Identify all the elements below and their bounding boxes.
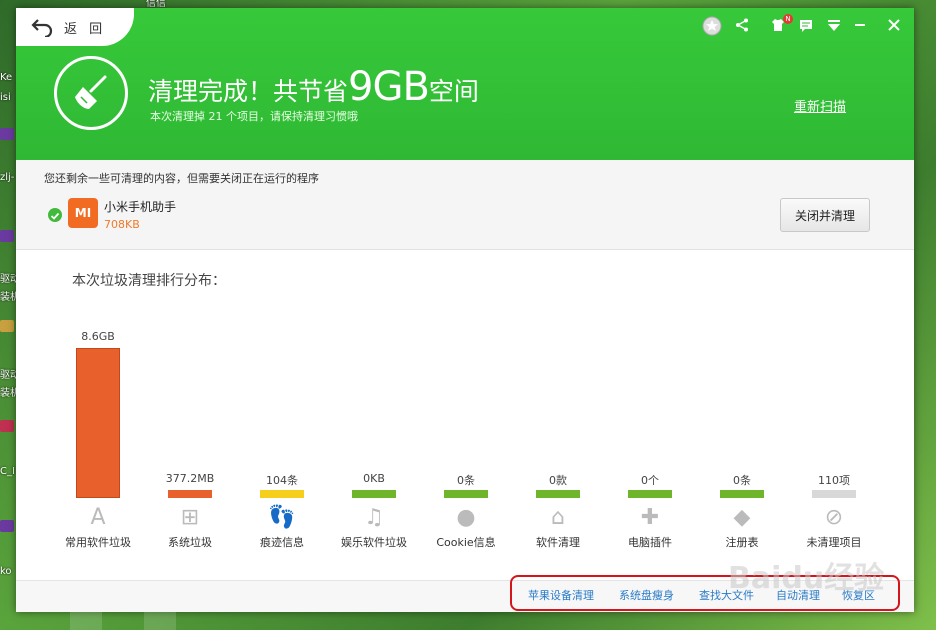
share-button[interactable] xyxy=(732,14,752,36)
page-title: 清理完成！共节省9GB空间 xyxy=(148,64,479,110)
chart-data-label: 104条 xyxy=(266,474,298,487)
registry-icon: ◆ xyxy=(733,504,751,530)
back-button[interactable]: 返 回 xyxy=(16,8,134,46)
message-icon xyxy=(800,19,812,32)
saved-amount: 9GB xyxy=(348,64,430,110)
chart-data-label: 110项 xyxy=(818,474,850,487)
broom-badge xyxy=(54,56,128,130)
system-disk-slim-link[interactable]: 系统盘瘦身 xyxy=(619,587,674,603)
cleanup-window: 返 回 清理完成！共节省9GB空间 本次清理掉 21 个项目，请保持清理习惯哦 … xyxy=(16,8,914,612)
close-and-clean-button[interactable]: 关闭并清理 xyxy=(780,198,870,232)
desktop-label: zlj- xyxy=(0,172,15,183)
plugin-icon: ✚ xyxy=(640,504,660,530)
chart-bar xyxy=(352,490,396,498)
taskbar-item[interactable] xyxy=(144,612,176,630)
desktop-icon[interactable] xyxy=(0,128,14,140)
cleanup-distribution-chart: 8.6GB A 常用软件垃圾 377.2MB ⊞ 系统垃圾 104条 👣 痕迹信息 0KB ♫ 娱乐软… xyxy=(16,308,914,558)
desktop-label: isi xyxy=(0,92,11,103)
chart-data-label: 377.2MB xyxy=(165,472,215,485)
forbidden-icon: ⊘ xyxy=(824,504,844,530)
desktop-label: ko xyxy=(0,566,12,577)
running-programs-notice: 您还剩余一些可清理的内容，但需要关闭正在运行的程序 MI 小米手机助手 708K… xyxy=(16,160,914,250)
notification-badge: N xyxy=(783,14,793,24)
chart-category-label: 娱乐软件垃圾 xyxy=(341,536,407,549)
menu-button[interactable] xyxy=(824,14,844,36)
chart-data-label: 0KB xyxy=(363,472,385,485)
chart-bar xyxy=(628,490,672,498)
rescan-link[interactable]: 重新扫描 xyxy=(794,96,846,115)
close-icon xyxy=(888,19,900,31)
result-summary: 本次清理掉 21 个项目，请保持清理习惯哦 xyxy=(150,110,358,123)
chart-data-label: 0条 xyxy=(457,474,475,487)
chart-category-label: 未清理项目 xyxy=(806,536,862,549)
desktop-icon[interactable] xyxy=(0,320,14,332)
check-icon xyxy=(50,212,60,220)
minimize-icon xyxy=(855,24,865,26)
desktop-strip: Ke isi zlj- 驱动 装机 驱动 装机 C_I ko xyxy=(0,0,20,630)
chart-data-label: 0条 xyxy=(733,474,751,487)
chart-bar xyxy=(536,490,580,498)
chart-bar xyxy=(812,490,856,498)
desktop-icon[interactable] xyxy=(0,420,14,432)
minimize-button[interactable] xyxy=(850,14,870,36)
broom-icon: ⌂ xyxy=(551,504,565,530)
chart-bar xyxy=(444,490,488,498)
apple-device-clean-link[interactable]: 苹果设备清理 xyxy=(528,587,594,603)
chart-category-label: 系统垃圾 xyxy=(168,536,212,549)
chart-category-label: 软件清理 xyxy=(536,536,580,549)
cookie-icon: ● xyxy=(456,504,476,530)
message-button[interactable] xyxy=(796,14,816,36)
chart-category-label: Cookie信息 xyxy=(436,536,496,549)
result-header: 返 回 清理完成！共节省9GB空间 本次清理掉 21 个项目，请保持清理习惯哦 … xyxy=(16,8,914,160)
watermark: Baidu经验 xyxy=(728,561,885,596)
close-button[interactable] xyxy=(884,14,904,36)
chart-bar xyxy=(720,490,764,498)
back-label: 返 回 xyxy=(64,21,107,37)
desktop-label: Ke xyxy=(0,72,13,83)
desktop-icon[interactable] xyxy=(0,520,14,532)
chart-data-label: 0个 xyxy=(641,474,659,487)
desktop-label: C_I xyxy=(0,466,15,477)
app-size: 708KB xyxy=(104,218,140,231)
chart-bar xyxy=(168,490,212,498)
chart-title: 本次垃圾清理排行分布： xyxy=(72,273,226,289)
menu-dropdown-icon xyxy=(828,19,840,31)
app-store-icon: A xyxy=(90,504,106,530)
chart-category-label: 电脑插件 xyxy=(628,536,672,549)
back-arrow-icon xyxy=(31,19,53,37)
chart-category-label: 痕迹信息 xyxy=(260,536,304,549)
notification-button[interactable]: N xyxy=(768,14,793,36)
desktop-icon[interactable] xyxy=(0,230,14,242)
medal-button[interactable] xyxy=(700,14,724,36)
chart-category-label: 注册表 xyxy=(725,536,759,549)
share-icon xyxy=(736,18,748,32)
windows-icon: ⊞ xyxy=(180,504,200,530)
title-prefix: 清理完成！共节省 xyxy=(148,77,349,106)
music-icon: ♫ xyxy=(364,504,384,530)
chart-data-label: 0款 xyxy=(549,474,567,487)
taskbar-recycle-bin[interactable] xyxy=(70,612,102,630)
chart-bar xyxy=(76,348,120,498)
app-name: 小米手机助手 xyxy=(104,200,177,214)
xiaomi-app-icon: MI xyxy=(68,198,98,228)
notice-text: 您还剩余一些可清理的内容，但需要关闭正在运行的程序 xyxy=(44,172,319,185)
medal-icon xyxy=(702,16,722,36)
chart-category-label: 常用软件垃圾 xyxy=(65,536,131,549)
title-suffix: 空间 xyxy=(428,77,479,106)
checkbox-checked[interactable] xyxy=(48,208,62,222)
chart-bar xyxy=(260,490,304,498)
chart-data-label: 8.6GB xyxy=(81,330,115,343)
footprint-icon: 👣 xyxy=(268,504,296,530)
broom-icon xyxy=(75,75,107,109)
